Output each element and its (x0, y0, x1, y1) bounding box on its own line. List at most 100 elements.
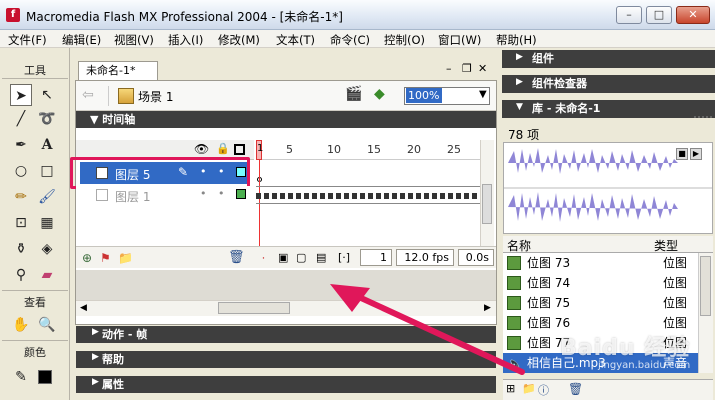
inspector-panel-header[interactable]: 组件检查器 (502, 75, 715, 93)
library-item[interactable]: 位图 75 位图 (503, 293, 698, 313)
ruler-label-15: 15 (367, 143, 381, 156)
scroll-left-icon[interactable]: ◀ (80, 303, 87, 313)
brush-tool-icon[interactable]: 🖌 (36, 186, 58, 208)
layer-1-lock-dot[interactable]: • (218, 187, 225, 200)
menu-modify[interactable]: 修改(M) (218, 32, 260, 48)
oval-tool-icon[interactable]: ○ (10, 160, 32, 182)
subselect-tool-icon[interactable]: ↖ (36, 84, 58, 106)
zoom-chevron-down-icon[interactable]: ▼ (479, 89, 487, 100)
window-title: Macromedia Flash MX Professional 2004 - … (26, 10, 343, 24)
layer-1-visible-dot[interactable]: • (200, 187, 207, 200)
onion-outline-icon[interactable]: ▢ (296, 251, 306, 264)
doc-restore-icon[interactable]: ❐ (462, 62, 472, 75)
menu-edit[interactable]: 编辑(E) (62, 32, 101, 48)
doc-minimize-icon[interactable]: – (446, 62, 452, 75)
library-item[interactable]: 位图 74 位图 (503, 273, 698, 293)
layer-1-page-icon (96, 189, 108, 201)
zoom-tool-icon[interactable]: 🔍 (36, 314, 58, 336)
timeline-scroll-thumb[interactable] (482, 184, 492, 224)
watermark: Baidu 经验 (560, 336, 691, 361)
menu-window[interactable]: 窗口(W) (438, 32, 481, 48)
frame-rate-field: 12.0 fps (396, 249, 454, 266)
onion-skin-icon[interactable]: ▣ (278, 251, 288, 264)
menu-insert[interactable]: 插入(I) (168, 32, 203, 48)
lasso-tool-icon[interactable]: ➰ (36, 108, 58, 130)
lock-icon[interactable]: 🔒 (216, 142, 230, 155)
center-frame-icon[interactable]: ⸱ (262, 251, 265, 266)
elapsed-time-field: 0.0s (458, 249, 494, 266)
pen-tool-icon[interactable]: ✒ (10, 134, 32, 156)
bitmap-icon (507, 256, 521, 270)
new-folder-icon[interactable]: 📁 (522, 382, 536, 395)
menu-file[interactable]: 文件(F) (8, 32, 47, 48)
document-tab[interactable]: 未命名-1* (78, 61, 158, 81)
library-item-kind: 位图 (663, 296, 688, 310)
insert-layer-icon[interactable]: ⊕ (82, 251, 92, 265)
eye-icon[interactable]: 👁 (194, 142, 209, 156)
line-tool-icon[interactable]: ╱ (10, 108, 32, 130)
frames-layer-5[interactable] (256, 162, 480, 184)
hand-tool-icon[interactable]: ✋ (10, 314, 32, 336)
properties-icon[interactable]: ⓘ (538, 382, 549, 398)
layer-1-outline-swatch[interactable] (236, 189, 246, 199)
back-arrow-icon[interactable]: ⇦ (82, 87, 94, 103)
tools-divider (2, 78, 68, 79)
library-panel-header[interactable]: 库 - 未命名-1 (502, 100, 715, 118)
minimize-button[interactable]: – (616, 6, 642, 24)
outline-icon[interactable] (234, 144, 245, 155)
menu-text[interactable]: 文本(T) (276, 32, 315, 48)
name-column-header[interactable]: 名称 (507, 237, 531, 254)
collapse-arrow-icon: ▼ (90, 113, 103, 126)
zoom-value[interactable]: 100% (406, 88, 442, 103)
eraser-tool-icon[interactable]: ▰ (36, 264, 58, 286)
delete-item-trash-icon[interactable]: 🗑 (568, 382, 583, 396)
library-title: 库 - 未命名-1 (532, 102, 601, 115)
properties-panel-title: 属性 (102, 378, 124, 391)
play-icon[interactable]: ▶ (690, 148, 702, 160)
library-item[interactable]: 位图 73 位图 (503, 253, 698, 273)
menu-commands[interactable]: 命令(C) (330, 32, 370, 48)
scene-icon (118, 88, 134, 104)
rectangle-tool-icon[interactable]: □ (36, 160, 58, 182)
fill-transform-tool-icon[interactable]: ▦ (36, 212, 58, 234)
components-panel-header[interactable]: 组件 (502, 50, 715, 68)
arrow-tool-icon[interactable]: ➤ (10, 84, 32, 106)
free-transform-tool-icon[interactable]: ⊡ (10, 212, 32, 234)
menu-help[interactable]: 帮助(H) (496, 32, 537, 48)
doc-close-icon[interactable]: ✕ (478, 62, 487, 75)
menu-control[interactable]: 控制(O) (384, 32, 425, 48)
delete-layer-trash-icon[interactable]: 🗑 (228, 250, 245, 265)
text-tool-icon[interactable]: A (36, 134, 58, 156)
library-item-kind: 位图 (663, 276, 688, 290)
expand-arrow-icon: ▶ (516, 52, 523, 62)
edit-multiple-icon[interactable]: ▤ (316, 251, 326, 264)
maximize-button[interactable]: □ (646, 6, 672, 24)
hscroll-thumb[interactable] (218, 302, 290, 314)
insert-folder-icon[interactable]: 📁 (118, 251, 133, 265)
panel-options-icon[interactable] (694, 116, 712, 124)
library-item-name: 位图 74 (527, 276, 571, 290)
edit-scene-icon[interactable]: 🎬 (345, 86, 362, 102)
color-divider (2, 340, 68, 341)
frames-layer-1-keyframes[interactable] (256, 186, 480, 204)
expand-arrow-icon: ▶ (92, 377, 99, 387)
ruler-label-20: 20 (407, 143, 421, 156)
layer-1-label[interactable]: 图层 1 (115, 188, 150, 205)
ink-bottle-tool-icon[interactable]: ⚱ (10, 238, 32, 260)
library-scroll-thumb[interactable] (700, 256, 711, 316)
kind-column-header[interactable]: 类型 (654, 237, 678, 254)
stroke-color-swatch[interactable] (38, 370, 52, 384)
pencil-tool-icon[interactable]: ✏ (10, 186, 32, 208)
stop-icon[interactable]: ■ (676, 148, 688, 160)
add-guide-layer-icon[interactable]: ⚑ (100, 251, 111, 265)
scene-label[interactable]: 场景 1 (138, 88, 173, 105)
paint-bucket-tool-icon[interactable]: ◈ (36, 238, 58, 260)
eyedropper-tool-icon[interactable]: ⚲ (10, 264, 32, 286)
edit-symbols-icon[interactable]: ◆ (374, 86, 385, 102)
timeline-panel-header[interactable]: ▼ 时间轴 (76, 111, 496, 128)
new-symbol-icon[interactable]: ⊞ (506, 382, 515, 395)
menu-view[interactable]: 视图(V) (114, 32, 154, 48)
close-button[interactable]: ✕ (676, 6, 710, 24)
stroke-color-icon[interactable]: ✎ (10, 366, 32, 388)
modify-markers-icon[interactable]: [·] (338, 251, 350, 264)
